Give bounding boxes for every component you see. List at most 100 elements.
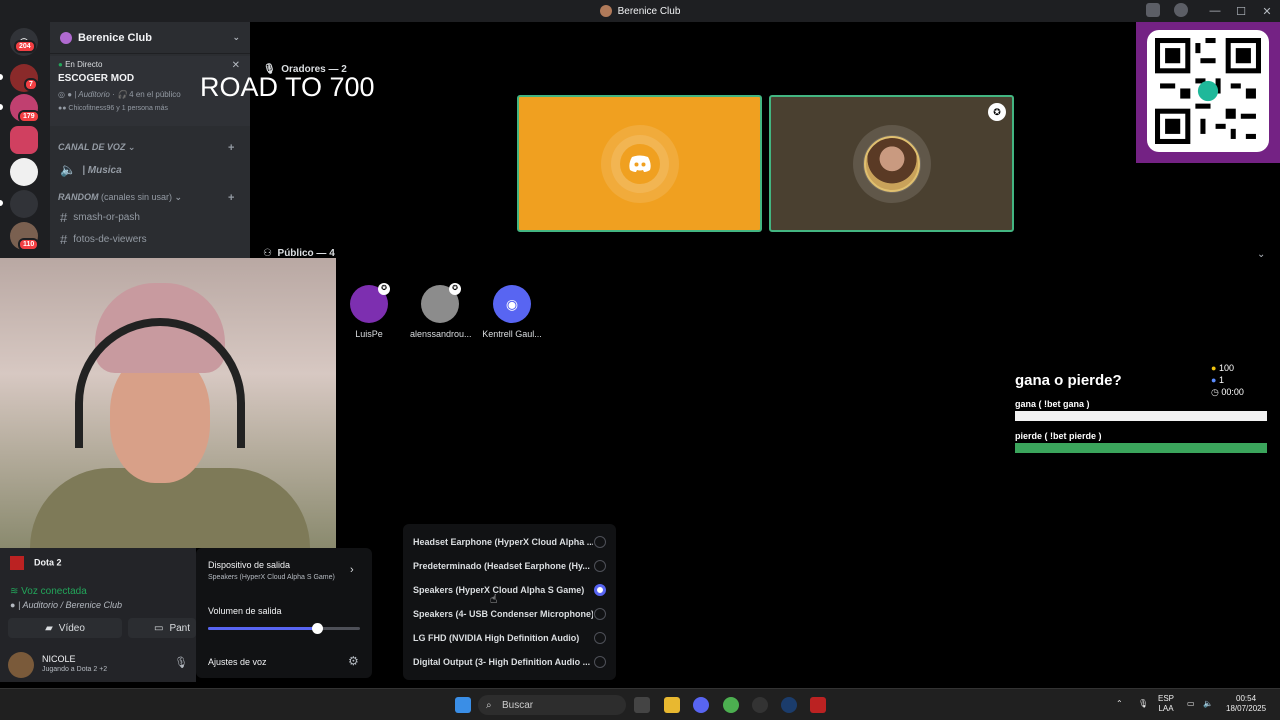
server-icon[interactable] [10,126,38,154]
device-option-label: Speakers (4- USB Condenser Microphone) [413,609,593,619]
start-button[interactable] [455,697,471,713]
microphone-icon[interactable]: 🎙 [174,656,188,669]
taskbar-search[interactable]: ⌕ Buscar [478,695,626,715]
screen-icon: ▭ [154,622,164,634]
help-icon[interactable] [1174,3,1188,17]
device-option-label: Predeterminado (Headset Earphone (Hy... [413,561,590,571]
audience-member[interactable]: ✪ alenssandrou... [410,283,472,339]
device-option[interactable]: Predeterminado (Headset Earphone (Hy... [403,554,616,578]
speaker-tile[interactable]: ✪ [769,95,1014,232]
device-option[interactable]: LG FHD (NVIDIA High Definition Audio) [403,626,616,650]
radio-button[interactable] [594,632,606,644]
radio-button[interactable] [594,560,606,572]
radio-button[interactable] [594,608,606,620]
voice-connected[interactable]: ≋ Voz conectada [10,586,87,597]
category-voice[interactable]: CANAL DE VOZ ⌄ + [58,142,234,154]
close-button[interactable]: ✕ [1254,5,1280,18]
user-card[interactable] [8,652,34,678]
chevron-down-icon: ⌄ [232,32,240,42]
volume-icon[interactable]: 🔈 [1203,699,1213,709]
discord-icon[interactable] [693,697,709,713]
stage-watchers: ●● Chicofitness96 y 1 persona más [58,105,169,112]
poll-option-label: pierde ( !bet pierde ) [1015,431,1102,441]
microphone-icon[interactable]: 🎙 [1138,699,1148,709]
avatar [863,135,920,192]
avatar: ◉ [493,285,531,323]
audience-member[interactable]: ◉ Kentrell Gaul... [482,285,542,339]
slider-handle[interactable] [312,623,324,634]
voice-settings-link[interactable]: Ajustes de voz [208,657,267,667]
inbox-icon[interactable] [1146,3,1160,17]
task-view-icon[interactable] [634,697,650,713]
cursor-icon: ☝ [490,592,498,606]
channel-sidebar: Berenice Club ⌄ ● En Directo ESCOGER MOD… [50,22,250,258]
title-bar: Berenice Club — ☐ ✕ [0,0,1280,22]
output-device-row[interactable]: Dispositivo de salida [208,560,290,570]
server-icon [60,31,72,44]
video-icon: ▰ [45,622,53,634]
device-option[interactable]: Speakers (HyperX Cloud Alpha S Game) [403,578,616,602]
poll-stats: ● 100 ● 1 ◷ 00:00 [1211,363,1244,397]
radio-button[interactable] [594,536,606,548]
discord-logo-icon [619,143,660,184]
radio-button[interactable] [594,584,606,596]
clock[interactable]: 00:54 18/07/2025 [1226,694,1266,714]
window-title: Berenice Club [617,5,681,17]
chrome-icon[interactable] [723,697,739,713]
channel-fotos-de-viewers[interactable]: # fotos-de-viewers [60,232,147,247]
minimize-button[interactable]: — [1202,5,1228,17]
voice-settings-popout: Dispositivo de salida Speakers (HyperX C… [196,548,372,678]
volume-slider[interactable] [208,623,360,634]
voice-channel-musica[interactable]: 🔈 | Musica [60,162,122,178]
device-option[interactable]: Digital Output (3- High Definition Audio… [403,650,616,674]
device-option[interactable]: Speakers (4- USB Condenser Microphone) [403,602,616,626]
notification-badge: 204 [14,40,36,53]
server-icon[interactable] [10,158,38,186]
gear-icon[interactable]: ⚙ [348,654,359,668]
dota-icon [10,556,24,570]
video-button[interactable]: ▰ Vídeo [8,618,122,638]
network-icon[interactable]: ▭ [1187,699,1195,709]
webcam-overlay [0,258,336,548]
search-icon: ⌕ [486,699,492,711]
obs-icon[interactable] [752,697,768,713]
chevron-right-icon[interactable]: › [350,564,354,576]
channel-smash-or-pash[interactable]: # smash-or-pash [60,210,140,225]
chevron-down-icon[interactable]: ⌄ [1257,249,1265,260]
file-explorer-icon[interactable] [664,697,680,713]
volume-label: Volumen de salida [208,606,282,616]
maximize-button[interactable]: ☐ [1228,5,1254,18]
username: NICOLE [42,654,76,664]
notification-badge: 179 [18,110,40,123]
qr-code-overlay [1136,22,1280,163]
device-option-label: Speakers (HyperX Cloud Alpha S Game) [413,585,585,595]
chevron-up-icon[interactable]: ⌃ [1116,699,1123,709]
speaker-icon: 🔈 [60,162,77,177]
device-option-label: Headset Earphone (HyperX Cloud Alpha ... [413,537,593,547]
output-device-menu: Headset Earphone (HyperX Cloud Alpha ...… [403,524,616,680]
device-option[interactable]: Headset Earphone (HyperX Cloud Alpha ... [403,530,616,554]
close-icon[interactable]: ✕ [232,60,240,71]
radio-button[interactable] [594,656,606,668]
user-status: Jugando a Dota 2 +2 [42,666,108,673]
avatar: ✪ [350,283,390,323]
steam-icon[interactable] [781,697,797,713]
server-header[interactable]: Berenice Club ⌄ [50,22,250,54]
add-channel-icon[interactable]: + [228,142,234,154]
taskbar: ⌕ Buscar ⌃ 🎙 ESP LAA ▭ 🔈 00:54 18/07/2025 [0,688,1280,720]
dota-icon[interactable] [810,697,826,713]
user-panel: Dota 2 ≋ Voz conectada ● | Auditorio / B… [0,548,196,682]
activity-row[interactable]: Dota 2 [10,556,62,570]
add-channel-icon[interactable]: + [228,192,234,204]
notification-badge: 110 [18,238,40,251]
category-random[interactable]: RANDOM (canales sin usar) ⌄ + [58,192,234,204]
screen-share-button[interactable]: ▭ Pant [128,618,196,638]
avatar: ✪ [421,283,461,323]
audience-member[interactable]: ✪ LuisPe [339,283,399,339]
server-icon[interactable] [10,190,38,218]
server-icon [599,5,612,17]
language-indicator[interactable]: ESP LAA [1158,694,1174,714]
notification-badge: 7 [24,78,38,91]
speaker-tile[interactable] [517,95,762,232]
server-name: Berenice Club [78,31,152,44]
